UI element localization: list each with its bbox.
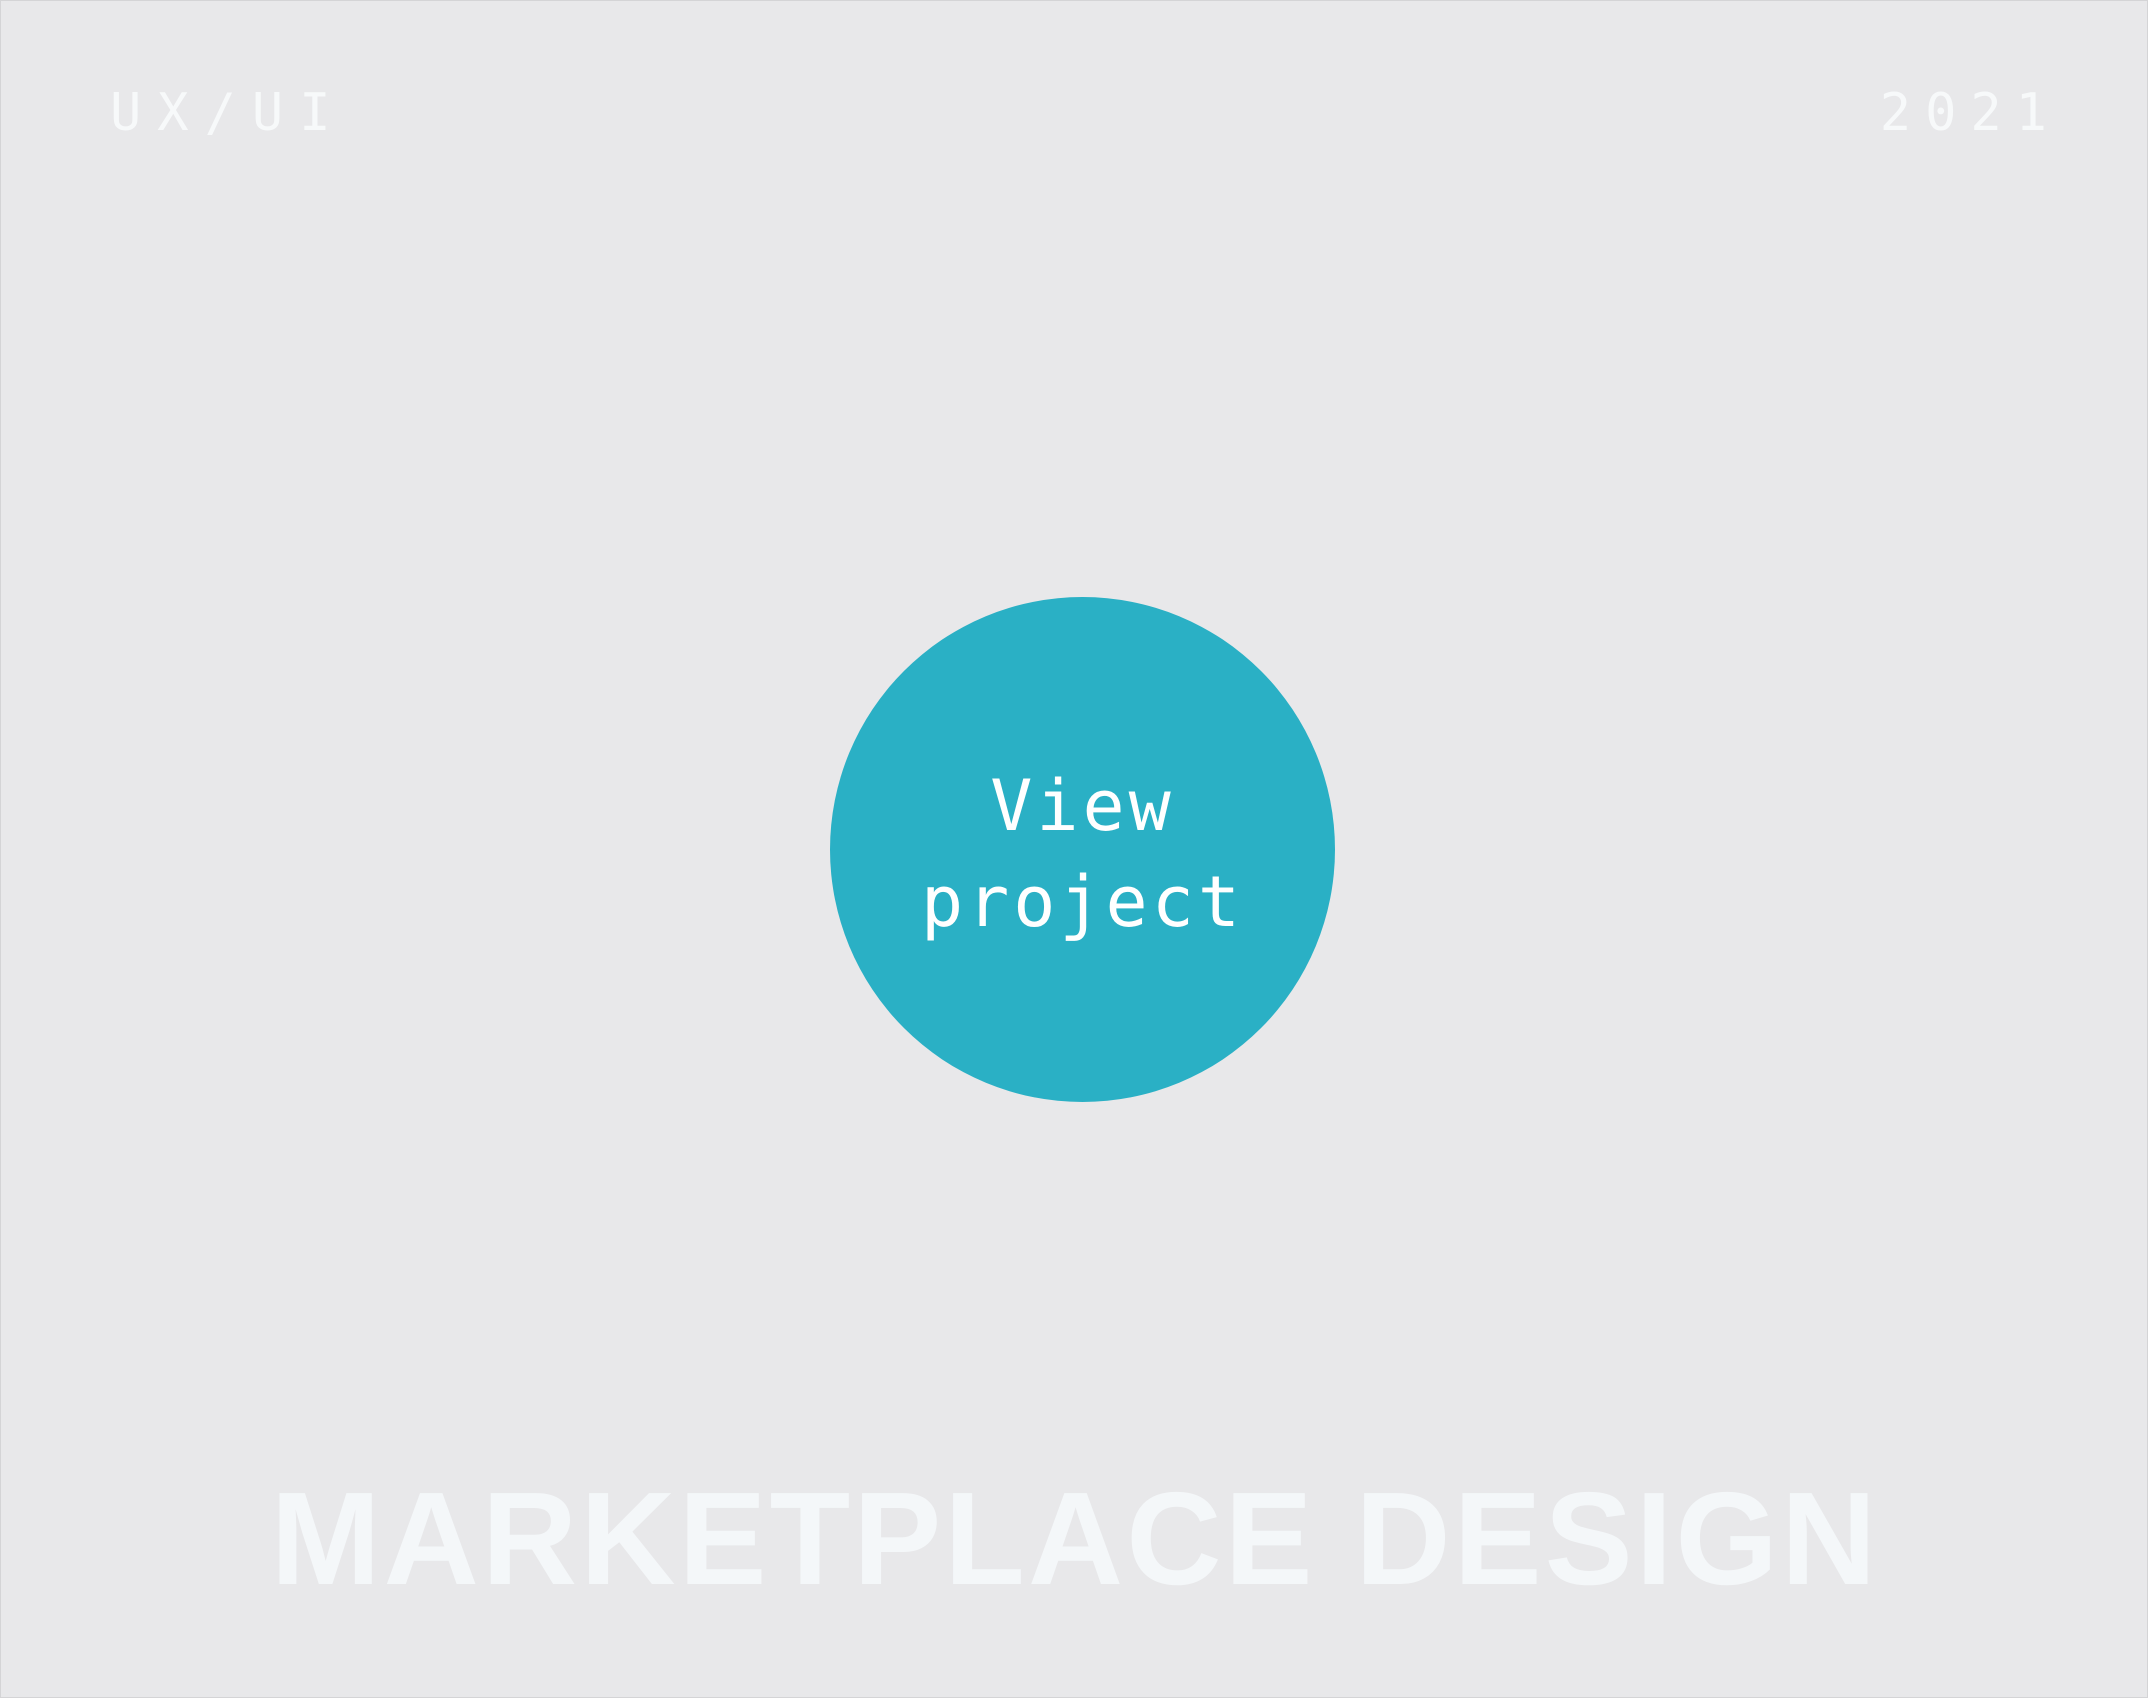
project-card: UX/UI 2021 View project MARKETPLACE DESI… xyxy=(0,0,2148,1698)
category-label: UX/UI xyxy=(110,83,347,143)
view-project-label: View project xyxy=(920,764,1244,943)
year-label: 2021 xyxy=(1879,83,2061,143)
view-project-button[interactable]: View project xyxy=(830,597,1335,1102)
page-title: MARKETPLACE DESIGN xyxy=(270,1465,1880,1612)
